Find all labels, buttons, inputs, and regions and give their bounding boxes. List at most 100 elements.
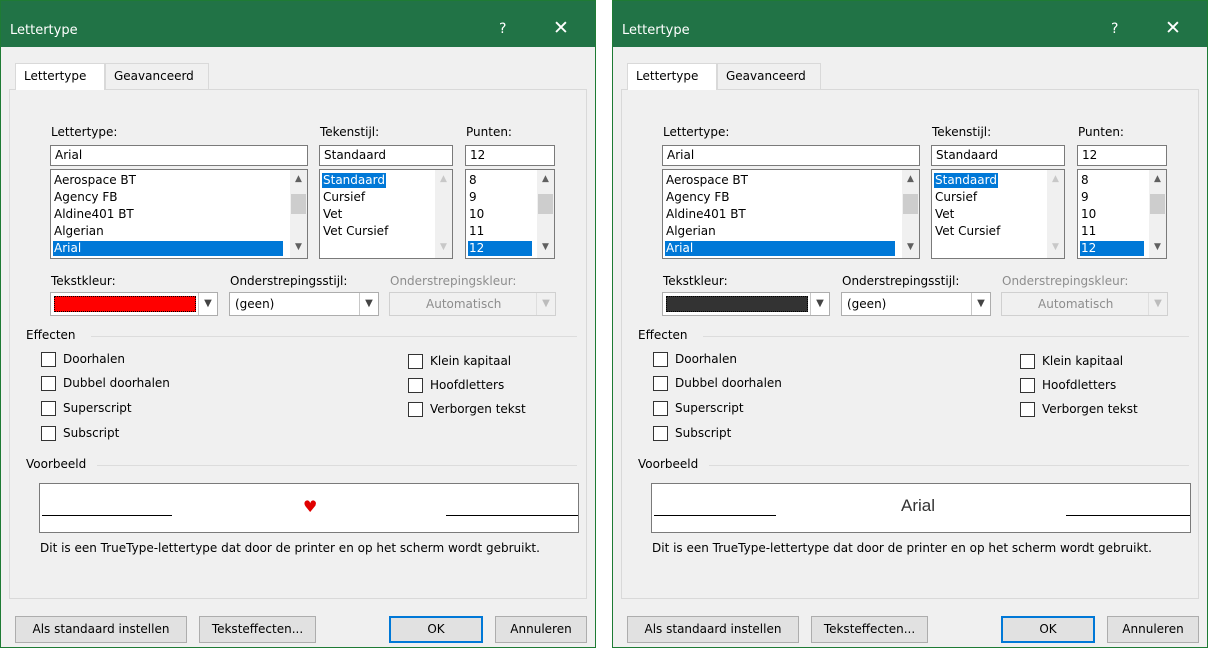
scroll-down-icon[interactable]: ▼ [1051, 243, 1060, 252]
checkbox-hoofdletters[interactable]: Hoofdletters [408, 378, 558, 394]
underline-style-select[interactable]: (geen) ▼ [229, 292, 379, 316]
list-item[interactable]: Algerian [665, 224, 717, 239]
list-item[interactable]: 10 [1080, 207, 1097, 222]
list-item[interactable]: Agency FB [53, 190, 118, 205]
style-list-scrollbar[interactable]: ▲ ▼ [435, 170, 452, 258]
font-list[interactable]: Aerospace BT Agency FB Aldine401 BT Alge… [50, 169, 308, 259]
list-item[interactable]: 11 [1080, 224, 1097, 239]
list-item[interactable]: Agency FB [665, 190, 730, 205]
cancel-button[interactable]: Annuleren [1107, 616, 1199, 643]
checkbox-box[interactable] [653, 401, 668, 416]
tab-lettertype[interactable]: Lettertype [627, 63, 717, 90]
ok-button[interactable]: OK [1001, 616, 1095, 643]
checkbox-verborgen-tekst[interactable]: Verborgen tekst [408, 402, 558, 418]
list-item[interactable]: Aldine401 BT [665, 207, 747, 222]
checkbox-box[interactable] [1020, 378, 1035, 393]
checkbox-superscript[interactable]: Superscript [653, 401, 803, 417]
font-name-input[interactable]: Arial [662, 145, 920, 166]
help-icon[interactable]: ? [499, 21, 506, 37]
scroll-thumb[interactable] [538, 194, 553, 214]
checkbox-box[interactable] [653, 352, 668, 367]
size-list[interactable]: 8 9 10 11 12 ▲ ▼ [465, 169, 555, 259]
scroll-up-icon[interactable]: ▲ [1153, 175, 1162, 184]
size-input[interactable]: 12 [465, 145, 555, 166]
list-item[interactable]: Vet Cursief [322, 224, 389, 239]
list-item[interactable]: Cursief [322, 190, 366, 205]
checkbox-doorhalen[interactable]: Doorhalen [653, 352, 803, 368]
checkbox-subscript[interactable]: Subscript [653, 426, 803, 442]
tab-geavanceerd[interactable]: Geavanceerd [105, 63, 209, 89]
checkbox-box[interactable] [408, 378, 423, 393]
scroll-down-icon[interactable]: ▼ [541, 243, 550, 252]
close-icon[interactable]: ✕ [553, 19, 569, 38]
font-name-input[interactable]: Arial [50, 145, 308, 166]
text-effects-button[interactable]: Teksteffecten... [811, 616, 928, 643]
size-list-scrollbar[interactable]: ▲ ▼ [1149, 170, 1166, 258]
list-item-selected[interactable]: 12 [468, 241, 532, 256]
ok-button[interactable]: OK [389, 616, 483, 643]
checkbox-box[interactable] [41, 376, 56, 391]
chevron-down-icon[interactable]: ▼ [810, 293, 829, 315]
font-list-scrollbar[interactable]: ▲ ▼ [902, 170, 919, 258]
style-list[interactable]: Standaard Cursief Vet Vet Cursief ▲ ▼ [931, 169, 1065, 259]
list-item-selected[interactable]: 12 [1080, 241, 1144, 256]
chevron-down-icon[interactable]: ▼ [359, 293, 378, 315]
list-item[interactable]: Aerospace BT [53, 173, 137, 188]
list-item-selected[interactable]: Standaard [934, 173, 998, 188]
scroll-up-icon[interactable]: ▲ [906, 175, 915, 184]
list-item[interactable]: Cursief [934, 190, 978, 205]
scroll-thumb[interactable] [291, 194, 306, 214]
style-input[interactable]: Standaard [931, 145, 1065, 166]
size-list-scrollbar[interactable]: ▲ ▼ [537, 170, 554, 258]
style-list[interactable]: Standaard Cursief Vet Vet Cursief ▲ ▼ [319, 169, 453, 259]
list-item-selected[interactable]: Standaard [322, 173, 386, 188]
scroll-up-icon[interactable]: ▲ [294, 175, 303, 184]
font-list[interactable]: Aerospace BT Agency FB Aldine401 BT Alge… [662, 169, 920, 259]
list-item[interactable]: Vet [322, 207, 343, 222]
scroll-down-icon[interactable]: ▼ [439, 243, 448, 252]
scroll-thumb[interactable] [1150, 194, 1165, 214]
list-item[interactable]: 9 [468, 190, 478, 205]
set-default-button[interactable]: Als standaard instellen [627, 616, 799, 643]
list-item[interactable]: 8 [468, 173, 478, 188]
scroll-up-icon[interactable]: ▲ [1051, 175, 1060, 184]
checkbox-box[interactable] [1020, 402, 1035, 417]
size-list[interactable]: 8 9 10 11 12 ▲ ▼ [1077, 169, 1167, 259]
list-item[interactable]: 8 [1080, 173, 1090, 188]
list-item-selected[interactable]: Arial [665, 241, 895, 256]
cancel-button[interactable]: Annuleren [495, 616, 587, 643]
checkbox-box[interactable] [653, 426, 668, 441]
checkbox-klein-kapitaal[interactable]: Klein kapitaal [408, 354, 558, 370]
text-color-picker[interactable]: ▼ [50, 292, 218, 316]
checkbox-subscript[interactable]: Subscript [41, 426, 191, 442]
list-item[interactable]: Algerian [53, 224, 105, 239]
checkbox-doorhalen[interactable]: Doorhalen [41, 352, 191, 368]
list-item[interactable]: 10 [468, 207, 485, 222]
scroll-thumb[interactable] [903, 194, 918, 214]
checkbox-box[interactable] [653, 376, 668, 391]
checkbox-box[interactable] [408, 354, 423, 369]
text-effects-button[interactable]: Teksteffecten... [199, 616, 316, 643]
checkbox-box[interactable] [41, 401, 56, 416]
scroll-up-icon[interactable]: ▲ [541, 175, 550, 184]
underline-style-select[interactable]: (geen) ▼ [841, 292, 991, 316]
checkbox-box[interactable] [408, 402, 423, 417]
checkbox-superscript[interactable]: Superscript [41, 401, 191, 417]
list-item[interactable]: Aerospace BT [665, 173, 749, 188]
list-item[interactable]: Vet [934, 207, 955, 222]
checkbox-dubbel-doorhalen[interactable]: Dubbel doorhalen [41, 376, 211, 392]
scroll-down-icon[interactable]: ▼ [906, 243, 915, 252]
list-item[interactable]: 11 [468, 224, 485, 239]
chevron-down-icon[interactable]: ▼ [971, 293, 990, 315]
style-input[interactable]: Standaard [319, 145, 453, 166]
help-icon[interactable]: ? [1111, 21, 1118, 37]
scroll-down-icon[interactable]: ▼ [294, 243, 303, 252]
tab-lettertype[interactable]: Lettertype [15, 63, 105, 90]
checkbox-dubbel-doorhalen[interactable]: Dubbel doorhalen [653, 376, 823, 392]
scroll-up-icon[interactable]: ▲ [439, 175, 448, 184]
chevron-down-icon[interactable]: ▼ [198, 293, 217, 315]
checkbox-hoofdletters[interactable]: Hoofdletters [1020, 378, 1170, 394]
scroll-down-icon[interactable]: ▼ [1153, 243, 1162, 252]
checkbox-box[interactable] [41, 352, 56, 367]
list-item[interactable]: Vet Cursief [934, 224, 1001, 239]
